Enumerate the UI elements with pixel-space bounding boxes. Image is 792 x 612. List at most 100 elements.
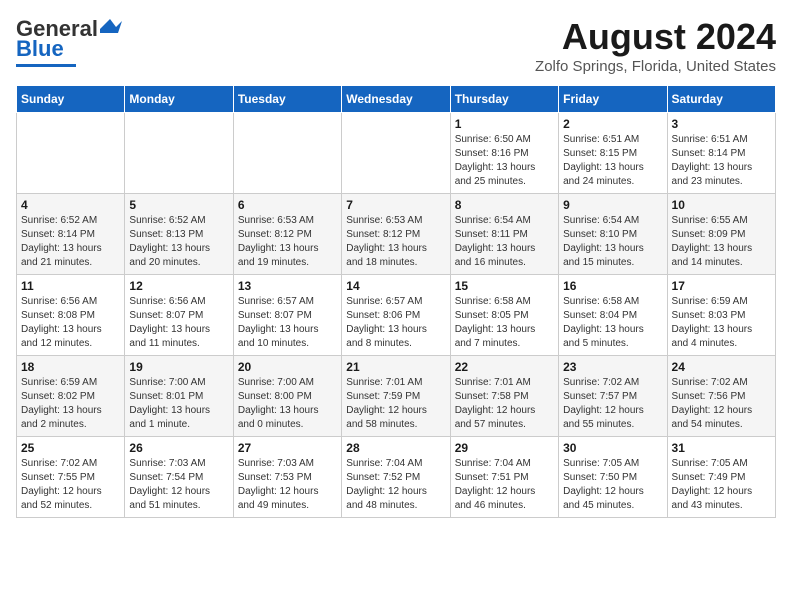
day-info: Sunrise: 6:56 AM Sunset: 8:07 PM Dayligh… [129,295,228,351]
calendar-cell: 9 Sunrise: 6:54 AM Sunset: 8:10 PM Daylig… [559,194,667,275]
day-info: Sunrise: 6:52 AM Sunset: 8:14 PM Dayligh… [21,214,120,270]
calendar-cell [125,113,233,194]
day-info: Sunrise: 7:04 AM Sunset: 7:51 PM Dayligh… [455,457,554,513]
day-number: 11 [21,279,120,293]
calendar-cell: 20Sunrise: 7:00 AM Sunset: 8:00 PM Dayli… [233,356,341,437]
day-number: 3 [672,117,771,131]
calendar-cell: 21Sunrise: 7:01 AM Sunset: 7:59 PM Dayli… [342,356,450,437]
day-number: 20 [238,360,337,374]
day-info: Sunrise: 7:05 AM Sunset: 7:49 PM Dayligh… [672,457,771,513]
day-number: 26 [129,441,228,455]
day-number: 30 [563,441,662,455]
calendar-cell: 10Sunrise: 6:55 AM Sunset: 8:09 PM Dayli… [667,194,775,275]
day-info: Sunrise: 7:02 AM Sunset: 7:56 PM Dayligh… [672,376,771,432]
calendar-cell: 27 Sunrise: 7:03 AM Sunset: 7:53 PM Dayli… [233,437,341,518]
day-number: 14 [346,279,445,293]
day-info: Sunrise: 6:58 AM Sunset: 8:05 PM Dayligh… [455,295,554,351]
day-number: 7 [346,198,445,212]
day-number: 27 [238,441,337,455]
day-number: 8 [455,198,554,212]
day-number: 6 [238,198,337,212]
calendar-cell: 3Sunrise: 6:51 AM Sunset: 8:14 PM Daylig… [667,113,775,194]
day-number: 18 [21,360,120,374]
calendar-cell: 11 Sunrise: 6:56 AM Sunset: 8:08 PM Dayli… [17,275,125,356]
weekday-header: Saturday [667,86,775,113]
day-number: 1 [455,117,554,131]
calendar-cell: 15Sunrise: 6:58 AM Sunset: 8:05 PM Dayli… [450,275,558,356]
day-number: 25 [21,441,120,455]
logo-bird-icon [100,19,122,35]
calendar-cell: 31 Sunrise: 7:05 AM Sunset: 7:49 PM Dayli… [667,437,775,518]
calendar-cell: 12 Sunrise: 6:56 AM Sunset: 8:07 PM Dayli… [125,275,233,356]
calendar-cell: 29 Sunrise: 7:04 AM Sunset: 7:51 PM Dayli… [450,437,558,518]
weekday-header: Wednesday [342,86,450,113]
calendar-cell: 2 Sunrise: 6:51 AM Sunset: 8:15 PM Daylig… [559,113,667,194]
day-number: 22 [455,360,554,374]
main-title: August 2024 [535,16,776,58]
day-info: Sunrise: 7:02 AM Sunset: 7:55 PM Dayligh… [21,457,120,513]
day-info: Sunrise: 7:02 AM Sunset: 7:57 PM Dayligh… [563,376,662,432]
day-number: 19 [129,360,228,374]
calendar-cell: 24 Sunrise: 7:02 AM Sunset: 7:56 PM Dayli… [667,356,775,437]
weekday-header-row: SundayMondayTuesdayWednesdayThursdayFrid… [17,86,776,113]
calendar-cell: 26Sunrise: 7:03 AM Sunset: 7:54 PM Dayli… [125,437,233,518]
day-info: Sunrise: 6:52 AM Sunset: 8:13 PM Dayligh… [129,214,228,270]
day-info: Sunrise: 6:58 AM Sunset: 8:04 PM Dayligh… [563,295,662,351]
calendar-cell: 25 Sunrise: 7:02 AM Sunset: 7:55 PM Dayli… [17,437,125,518]
calendar-cell: 28Sunrise: 7:04 AM Sunset: 7:52 PM Dayli… [342,437,450,518]
logo-underline [16,64,76,67]
subtitle: Zolfo Springs, Florida, United States [535,58,776,75]
day-info: Sunrise: 6:59 AM Sunset: 8:02 PM Dayligh… [21,376,120,432]
day-info: Sunrise: 6:54 AM Sunset: 8:10 PM Dayligh… [563,214,662,270]
calendar-cell: 7 Sunrise: 6:53 AM Sunset: 8:12 PM Daylig… [342,194,450,275]
day-info: Sunrise: 6:57 AM Sunset: 8:07 PM Dayligh… [238,295,337,351]
day-info: Sunrise: 7:01 AM Sunset: 7:59 PM Dayligh… [346,376,445,432]
day-info: Sunrise: 7:05 AM Sunset: 7:50 PM Dayligh… [563,457,662,513]
logo-blue: Blue [16,36,64,62]
calendar-cell: 1 Sunrise: 6:50 AM Sunset: 8:16 PM Daylig… [450,113,558,194]
day-number: 29 [455,441,554,455]
day-number: 12 [129,279,228,293]
weekday-header: Tuesday [233,86,341,113]
day-number: 23 [563,360,662,374]
calendar-cell [17,113,125,194]
calendar-cell [233,113,341,194]
calendar-cell: 5 Sunrise: 6:52 AM Sunset: 8:13 PM Daylig… [125,194,233,275]
calendar-cell: 4Sunrise: 6:52 AM Sunset: 8:14 PM Daylig… [17,194,125,275]
calendar-week-row: 25 Sunrise: 7:02 AM Sunset: 7:55 PM Dayli… [17,437,776,518]
calendar-cell: 22Sunrise: 7:01 AM Sunset: 7:58 PM Dayli… [450,356,558,437]
day-number: 9 [563,198,662,212]
day-info: Sunrise: 6:50 AM Sunset: 8:16 PM Dayligh… [455,133,554,189]
day-info: Sunrise: 6:53 AM Sunset: 8:12 PM Dayligh… [346,214,445,270]
day-info: Sunrise: 6:56 AM Sunset: 8:08 PM Dayligh… [21,295,120,351]
calendar-cell: 23 Sunrise: 7:02 AM Sunset: 7:57 PM Dayli… [559,356,667,437]
calendar-cell [342,113,450,194]
calendar-week-row: 1 Sunrise: 6:50 AM Sunset: 8:16 PM Daylig… [17,113,776,194]
day-number: 2 [563,117,662,131]
day-info: Sunrise: 6:55 AM Sunset: 8:09 PM Dayligh… [672,214,771,270]
calendar-week-row: 4Sunrise: 6:52 AM Sunset: 8:14 PM Daylig… [17,194,776,275]
logo: General Blue [16,16,122,67]
day-info: Sunrise: 7:03 AM Sunset: 7:53 PM Dayligh… [238,457,337,513]
calendar-cell: 19Sunrise: 7:00 AM Sunset: 8:01 PM Dayli… [125,356,233,437]
day-info: Sunrise: 7:04 AM Sunset: 7:52 PM Dayligh… [346,457,445,513]
weekday-header: Monday [125,86,233,113]
calendar-cell: 6 Sunrise: 6:53 AM Sunset: 8:12 PM Daylig… [233,194,341,275]
day-info: Sunrise: 6:51 AM Sunset: 8:15 PM Dayligh… [563,133,662,189]
title-block: August 2024 Zolfo Springs, Florida, Unit… [535,16,776,75]
calendar-cell: 18 Sunrise: 6:59 AM Sunset: 8:02 PM Dayli… [17,356,125,437]
day-info: Sunrise: 6:59 AM Sunset: 8:03 PM Dayligh… [672,295,771,351]
calendar-cell: 30 Sunrise: 7:05 AM Sunset: 7:50 PM Dayli… [559,437,667,518]
day-info: Sunrise: 6:53 AM Sunset: 8:12 PM Dayligh… [238,214,337,270]
day-number: 5 [129,198,228,212]
weekday-header: Sunday [17,86,125,113]
calendar-cell: 13Sunrise: 6:57 AM Sunset: 8:07 PM Dayli… [233,275,341,356]
day-number: 24 [672,360,771,374]
calendar-cell: 17Sunrise: 6:59 AM Sunset: 8:03 PM Dayli… [667,275,775,356]
calendar-cell: 14Sunrise: 6:57 AM Sunset: 8:06 PM Dayli… [342,275,450,356]
calendar-week-row: 18 Sunrise: 6:59 AM Sunset: 8:02 PM Dayli… [17,356,776,437]
page-header: General Blue August 2024 Zolfo Springs, … [16,16,776,75]
day-number: 31 [672,441,771,455]
calendar-cell: 16Sunrise: 6:58 AM Sunset: 8:04 PM Dayli… [559,275,667,356]
calendar-cell: 8Sunrise: 6:54 AM Sunset: 8:11 PM Daylig… [450,194,558,275]
